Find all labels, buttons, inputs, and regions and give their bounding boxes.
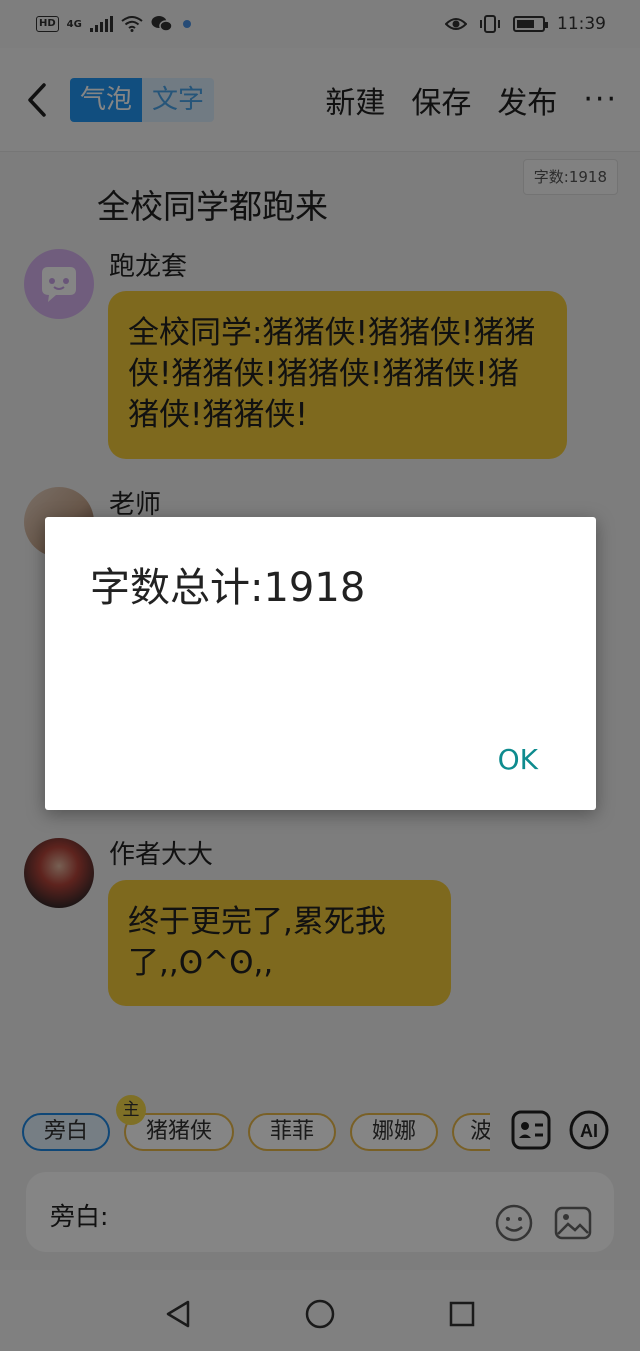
dialog-message: 字数总计:1918 xyxy=(90,565,366,611)
ok-button[interactable]: OK xyxy=(498,743,538,776)
word-count-dialog: 字数总计:1918 OK xyxy=(45,517,596,810)
